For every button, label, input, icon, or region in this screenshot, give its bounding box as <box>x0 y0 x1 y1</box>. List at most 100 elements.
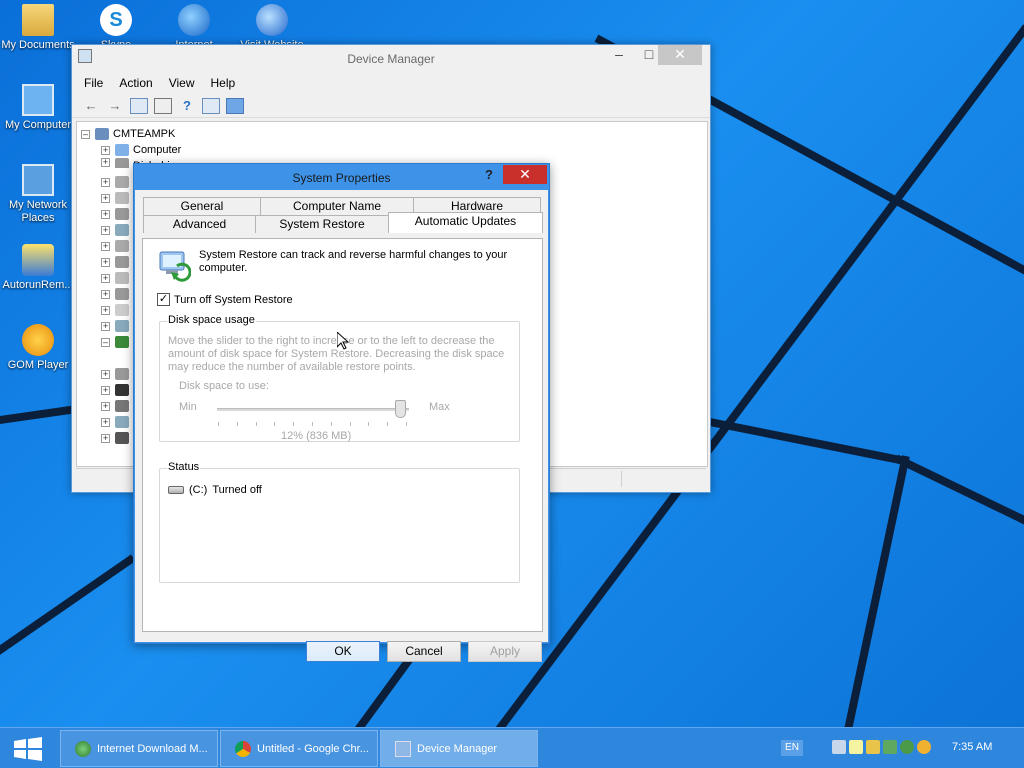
expand-icon[interactable]: + <box>101 209 110 219</box>
tree-item[interactable]: + <box>101 382 133 398</box>
desktop-icon-my-computer[interactable]: My Computer <box>0 84 76 132</box>
expand-icon[interactable]: + <box>101 257 110 267</box>
menu-action[interactable]: Action <box>113 74 158 92</box>
apply-button[interactable]: Apply <box>468 641 542 662</box>
expand-icon[interactable]: + <box>101 177 110 187</box>
disk-space-slider-track[interactable] <box>217 408 409 411</box>
turn-off-system-restore-checkbox[interactable]: ✓ <box>157 293 170 306</box>
status-row[interactable]: (C:) Turned off <box>168 484 262 496</box>
desktop-icon-gom-player[interactable]: GOM Player <box>0 324 76 372</box>
usb-icon <box>115 432 129 444</box>
device-icon <box>115 256 129 268</box>
tree-item[interactable]: + <box>101 302 133 318</box>
computer-icon <box>115 144 129 156</box>
tree-item[interactable]: + <box>101 206 133 222</box>
system-properties-titlebar[interactable]: System Properties ? ✕ <box>134 164 549 190</box>
desktop-icon-internet[interactable]: Internet <box>156 4 232 47</box>
slider-tick <box>406 422 407 426</box>
download-tray-icon[interactable] <box>900 740 914 754</box>
expand-icon[interactable]: + <box>101 158 110 167</box>
security-tray-icon[interactable] <box>883 740 897 754</box>
expand-icon[interactable]: + <box>101 241 110 251</box>
status-state: Turned off <box>212 484 262 496</box>
tree-item[interactable]: + <box>101 318 133 334</box>
ok-button[interactable]: OK <box>306 641 380 662</box>
taskbar-item-internet-download-manager[interactable]: Internet Download M... <box>60 730 218 767</box>
menu-help[interactable]: Help <box>205 74 242 92</box>
close-button[interactable]: ✕ <box>503 165 547 184</box>
minimize-button[interactable]: – <box>604 45 634 65</box>
expand-icon[interactable]: + <box>101 433 110 443</box>
taskbar-item-label: Internet Download M... <box>97 742 208 755</box>
cancel-button[interactable]: Cancel <box>387 641 461 662</box>
properties-icon[interactable] <box>202 97 220 114</box>
tree-item[interactable]: – <box>101 334 133 350</box>
tree-item[interactable]: + <box>101 398 133 414</box>
expand-icon[interactable]: + <box>101 305 110 315</box>
taskbar-item-google-chrome[interactable]: Untitled - Google Chr... <box>220 730 378 767</box>
expand-icon[interactable]: + <box>101 145 110 155</box>
taskbar-item-device-manager[interactable]: Device Manager <box>380 730 538 767</box>
notes-tray-icon[interactable] <box>849 740 863 754</box>
disk-space-slider-thumb[interactable] <box>395 400 407 418</box>
expand-icon[interactable]: + <box>101 193 110 203</box>
gom-player-icon <box>22 324 54 356</box>
slider-tick <box>387 422 389 426</box>
turn-off-system-restore-row[interactable]: ✓ Turn off System Restore <box>157 293 293 306</box>
close-button[interactable]: ✕ <box>658 45 702 65</box>
tree-item[interactable]: + <box>101 430 133 446</box>
desktop-icon-my-documents[interactable]: My Documents <box>0 4 76 52</box>
expand-icon[interactable]: + <box>101 321 110 331</box>
network-tray-icon[interactable] <box>832 740 846 754</box>
expand-icon[interactable]: + <box>101 417 110 427</box>
tree-item[interactable]: + <box>101 190 133 206</box>
expand-icon[interactable]: + <box>101 401 110 411</box>
status-group: Status (C:) Turned off <box>159 461 520 583</box>
tab-automatic-updates[interactable]: Automatic Updates <box>388 212 543 233</box>
gom-tray-icon[interactable] <box>917 740 931 754</box>
tab-general[interactable]: General <box>143 197 261 215</box>
tree-root[interactable]: – CMTEAMPK <box>81 126 175 142</box>
collapse-icon[interactable]: – <box>101 337 110 347</box>
computer-icon <box>22 84 54 116</box>
expand-icon[interactable]: + <box>101 273 110 283</box>
tree-item[interactable]: + <box>101 270 133 286</box>
expand-icon[interactable]: + <box>101 289 110 299</box>
help-icon[interactable]: ? <box>178 98 196 114</box>
print-icon[interactable] <box>154 97 172 114</box>
expand-icon[interactable]: + <box>101 385 110 395</box>
taskbar-clock[interactable]: 7:35 AM <box>952 741 992 753</box>
desktop-icon-autorun-remover[interactable]: AutorunRem... <box>0 244 76 292</box>
tree-item[interactable]: + <box>101 366 133 382</box>
forward-arrow-icon[interactable]: → <box>106 98 124 114</box>
expand-icon[interactable]: + <box>101 369 110 379</box>
desktop-icon-visit-website[interactable]: Visit Website <box>234 4 310 47</box>
back-arrow-icon[interactable]: ← <box>82 98 100 114</box>
tree-item[interactable]: + <box>101 174 133 190</box>
scan-hardware-icon[interactable] <box>226 97 244 114</box>
desktop-icon-network-places[interactable]: My Network Places <box>0 164 76 225</box>
desktop-icon-skype[interactable]: S Skype <box>78 4 154 47</box>
start-button[interactable] <box>8 734 48 764</box>
help-button[interactable]: ? <box>485 167 497 182</box>
menu-view[interactable]: View <box>163 74 201 92</box>
tree-item[interactable]: + <box>101 286 133 302</box>
device-manager-titlebar[interactable]: Device Manager – □ ✕ <box>72 45 710 72</box>
tree-item[interactable]: + <box>101 414 133 430</box>
device-icon <box>115 224 129 236</box>
shield-tray-icon[interactable] <box>866 740 880 754</box>
tree-item[interactable]: + <box>101 238 133 254</box>
slider-ticks <box>218 422 407 427</box>
system-restore-panel: System Restore can track and reverse har… <box>142 238 543 632</box>
show-hide-tree-icon[interactable] <box>130 97 148 114</box>
expand-icon[interactable]: + <box>101 225 110 235</box>
tab-advanced[interactable]: Advanced <box>143 215 256 233</box>
tab-system-restore[interactable]: System Restore <box>255 215 389 233</box>
tree-item-computer[interactable]: + Computer <box>101 142 181 158</box>
tree-item[interactable]: + <box>101 254 133 270</box>
device-icon <box>115 368 129 380</box>
tree-item[interactable]: + <box>101 222 133 238</box>
language-indicator[interactable]: EN <box>781 740 803 756</box>
menu-file[interactable]: File <box>78 74 109 92</box>
collapse-icon[interactable]: – <box>81 129 90 139</box>
